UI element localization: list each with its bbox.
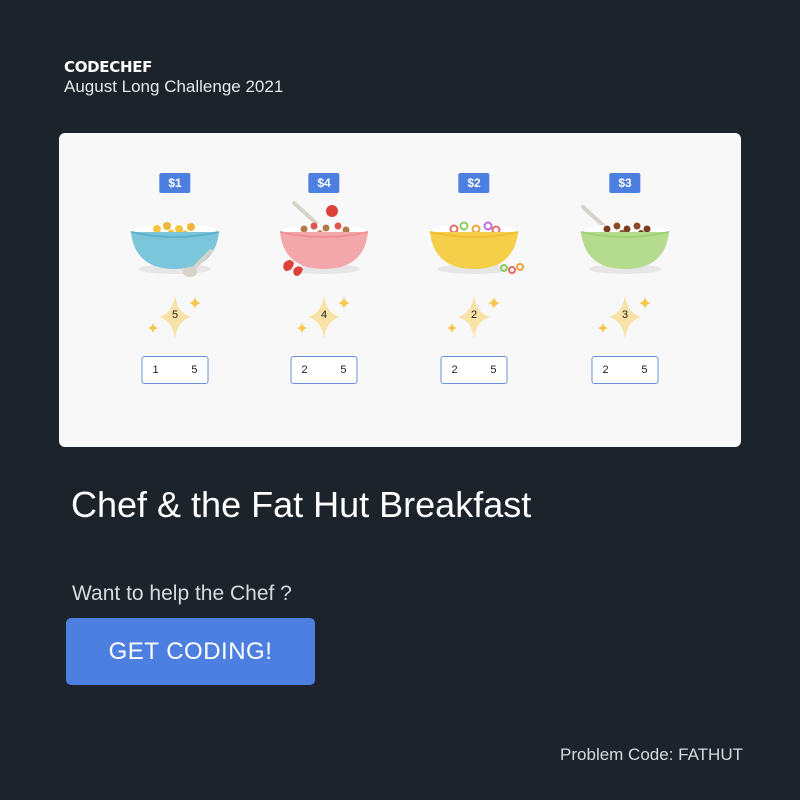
cereal-bowl-icon (130, 222, 220, 277)
star-rating-value: 2 (470, 309, 478, 321)
problem-code: Problem Code: FATHUT (560, 745, 743, 764)
cereal-bowl-icon (580, 205, 670, 274)
range-min: 2 (602, 364, 609, 376)
range-min: 1 (152, 364, 159, 376)
range-box: 2 5 (591, 356, 659, 384)
star-rating-value: 3 (621, 309, 629, 321)
star-rating-value: 4 (320, 309, 328, 321)
price-tag: $4 (308, 173, 340, 193)
price-tag: $3 (609, 173, 641, 193)
codechef-logo: CODECHEF (64, 58, 153, 76)
cereal-item-2: $4 4 2 5 (254, 133, 394, 447)
cereal-item-1: $1 5 1 5 (105, 133, 245, 447)
cereal-bowl-icon (429, 221, 524, 274)
range-max: 5 (340, 364, 347, 376)
range-max: 5 (191, 364, 198, 376)
cereal-item-4: $3 3 2 5 (555, 133, 695, 447)
illustration-panel: $1 5 1 5 $4 4 2 5 $2 2 2 5 $3 3 2 5 (59, 133, 741, 447)
help-prompt: Want to help the Chef ? (72, 582, 292, 605)
range-max: 5 (490, 364, 497, 376)
problem-title: Chef & the Fat Hut Breakfast (71, 484, 532, 525)
cereal-bowl-icon (279, 201, 369, 276)
range-min: 2 (301, 364, 308, 376)
price-tag: $2 (458, 173, 490, 193)
range-max: 5 (641, 364, 648, 376)
range-box: 2 5 (440, 356, 508, 384)
get-coding-button[interactable]: GET CODING! (66, 618, 315, 685)
cereal-item-3: $2 2 2 5 (404, 133, 544, 447)
range-min: 2 (451, 364, 458, 376)
star-rating-value: 5 (171, 309, 179, 321)
price-tag: $1 (159, 173, 191, 193)
range-box: 1 5 (141, 356, 209, 384)
range-box: 2 5 (290, 356, 358, 384)
contest-name: August Long Challenge 2021 (64, 77, 284, 96)
